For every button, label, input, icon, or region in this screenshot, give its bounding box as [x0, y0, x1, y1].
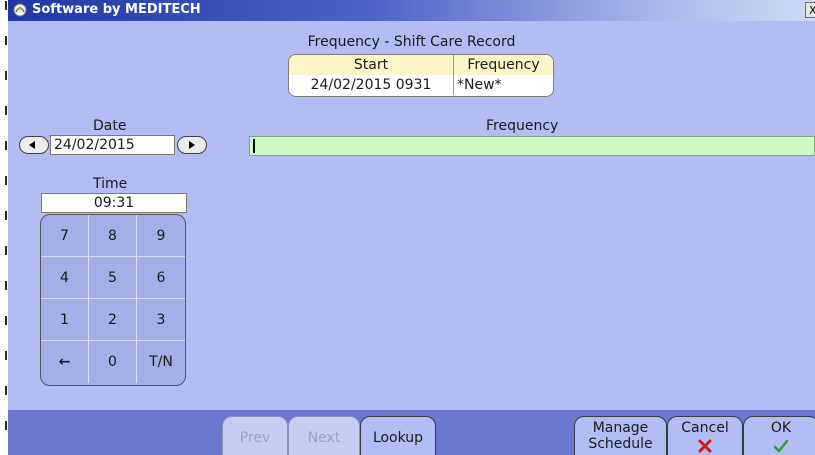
- window-title: Software by MEDITECH: [32, 2, 201, 17]
- row-start-value: 24/02/2015 0931: [289, 75, 454, 95]
- lookup-button[interactable]: Lookup: [360, 416, 436, 455]
- checkmark-icon: [774, 439, 788, 453]
- key-4[interactable]: 4: [41, 257, 89, 299]
- arrow-right-icon: [189, 141, 195, 149]
- prev-button[interactable]: Prev: [222, 416, 288, 455]
- key-backspace[interactable]: ←: [41, 341, 89, 383]
- key-7[interactable]: 7: [41, 215, 89, 257]
- manage-label-line1: Manage: [592, 420, 649, 436]
- next-button[interactable]: Next: [288, 416, 360, 455]
- meditech-logo-icon: [13, 3, 27, 17]
- column-header-frequency: Frequency: [467, 57, 540, 73]
- date-field[interactable]: 24/02/2015: [50, 135, 175, 155]
- left-edge-marks: [0, 0, 8, 455]
- footer-toolbar: Prev Next Lookup Manage Schedule Cancel …: [8, 410, 815, 455]
- cancel-button[interactable]: Cancel: [667, 416, 743, 455]
- date-label: Date: [93, 118, 127, 134]
- next-label: Next: [307, 430, 341, 446]
- key-6[interactable]: 6: [137, 257, 185, 299]
- row-frequency-value: *New*: [457, 77, 502, 93]
- ok-label: OK: [770, 420, 792, 436]
- date-next-button[interactable]: [177, 136, 207, 154]
- key-1[interactable]: 1: [41, 299, 89, 341]
- lookup-label: Lookup: [372, 430, 424, 446]
- numeric-keypad: 7 8 9 4 5 6 1 2 3 ← 0 T/N: [40, 214, 186, 386]
- title-bar[interactable]: Software by MEDITECH X: [8, 0, 815, 21]
- table-header: Start Frequency: [289, 55, 553, 76]
- date-prev-button[interactable]: [19, 136, 49, 154]
- key-0[interactable]: 0: [89, 341, 137, 383]
- key-time-now[interactable]: T/N: [137, 341, 185, 383]
- text-cursor: [253, 139, 255, 153]
- cancel-label: Cancel: [681, 420, 729, 436]
- time-field[interactable]: 09:31: [41, 193, 187, 213]
- key-9[interactable]: 9: [137, 215, 185, 257]
- frequency-input[interactable]: [249, 136, 815, 156]
- frequency-label: Frequency: [486, 118, 559, 134]
- app-window: Software by MEDITECH X Frequency - Shift…: [8, 0, 815, 455]
- record-title: Frequency - Shift Care Record: [307, 34, 516, 50]
- manage-label-line2: Schedule: [588, 436, 653, 452]
- prev-label: Prev: [239, 430, 271, 446]
- arrow-left-icon: [29, 141, 35, 149]
- close-button[interactable]: X: [805, 2, 815, 18]
- key-8[interactable]: 8: [89, 215, 137, 257]
- key-5[interactable]: 5: [89, 257, 137, 299]
- time-label: Time: [93, 176, 128, 192]
- table-row[interactable]: 24/02/2015 0931 *New*: [289, 75, 553, 95]
- key-2[interactable]: 2: [89, 299, 137, 341]
- ok-button[interactable]: OK: [743, 416, 815, 455]
- cancel-x-icon: [698, 439, 712, 453]
- key-3[interactable]: 3: [137, 299, 185, 341]
- manage-schedule-button[interactable]: Manage Schedule: [574, 416, 667, 455]
- column-header-start: Start: [289, 55, 454, 75]
- record-table[interactable]: Start Frequency 24/02/2015 0931 *New*: [288, 54, 554, 97]
